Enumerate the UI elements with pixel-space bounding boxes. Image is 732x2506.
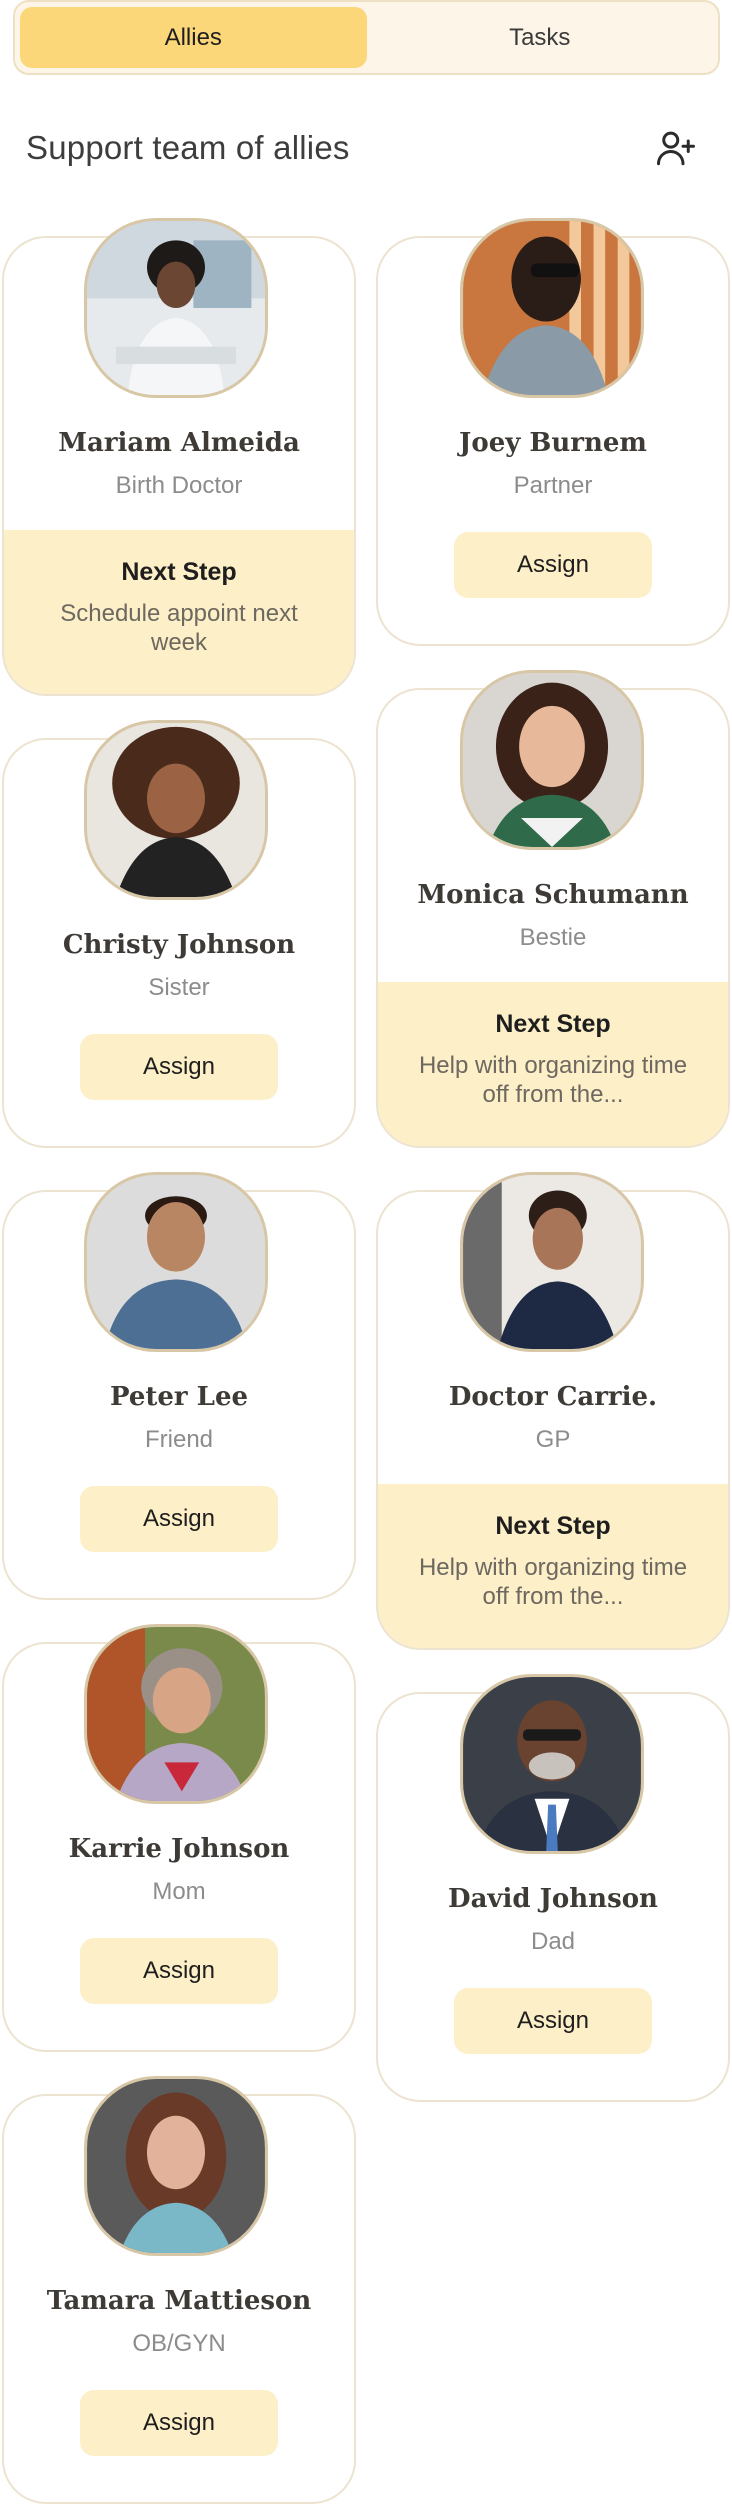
- next-step-panel[interactable]: Next Step Schedule appoint next week: [4, 530, 354, 694]
- ally-name: Doctor Carrie.: [448, 1382, 658, 1412]
- next-step-panel[interactable]: Next Step Help with organizing time off …: [378, 1484, 728, 1648]
- ally-role: Mom: [152, 1878, 206, 1905]
- next-step-text: Help with organizing time off from the..…: [418, 1554, 688, 1610]
- ally-role: OB/GYN: [132, 2330, 226, 2357]
- avatar: [460, 670, 644, 850]
- assign-button[interactable]: Assign: [454, 1988, 652, 2054]
- assign-button[interactable]: Assign: [80, 2390, 278, 2456]
- tab-allies[interactable]: Allies: [20, 7, 367, 68]
- ally-role: Dad: [530, 1928, 576, 1955]
- ally-role: Partner: [513, 472, 593, 499]
- tab-bar: Allies Tasks: [13, 0, 720, 75]
- next-step-title: Next Step: [495, 1512, 611, 1540]
- section-header: Support team of allies: [26, 118, 706, 178]
- page-title: Support team of allies: [26, 129, 350, 166]
- avatar: [84, 1172, 268, 1352]
- next-step-text: Help with organizing time off from the..…: [418, 1052, 688, 1108]
- avatar: [460, 1172, 644, 1352]
- next-step-title: Next Step: [495, 1010, 611, 1038]
- ally-name: Karrie Johnson: [68, 1834, 290, 1864]
- avatar: [84, 1624, 268, 1804]
- assign-button[interactable]: Assign: [454, 532, 652, 598]
- add-ally-button[interactable]: [646, 118, 706, 178]
- ally-role: Friend: [144, 1426, 214, 1453]
- avatar: [84, 720, 268, 900]
- ally-role: Bestie: [519, 924, 587, 951]
- ally-name: Mariam Almeida: [58, 428, 300, 458]
- ally-role: Sister: [148, 974, 210, 1001]
- next-step-text: Schedule appoint next week: [60, 600, 298, 656]
- ally-name: Monica Schumann: [417, 880, 689, 910]
- assign-button[interactable]: Assign: [80, 1486, 278, 1552]
- assign-button[interactable]: Assign: [80, 1938, 278, 2004]
- avatar: [84, 218, 268, 398]
- avatar: [460, 1674, 644, 1854]
- ally-name: Joey Burnem: [459, 428, 647, 458]
- ally-name: David Johnson: [448, 1884, 658, 1914]
- assign-button[interactable]: Assign: [80, 1034, 278, 1100]
- avatar: [84, 2076, 268, 2256]
- ally-name: Christy Johnson: [62, 930, 296, 960]
- ally-name: Tamara Mattieson: [46, 2286, 312, 2316]
- ally-role: GP: [535, 1426, 571, 1453]
- next-step-panel[interactable]: Next Step Help with organizing time off …: [378, 982, 728, 1146]
- avatar: [460, 218, 644, 398]
- user-plus-icon: [657, 131, 695, 166]
- tab-tasks[interactable]: Tasks: [367, 7, 714, 68]
- next-step-title: Next Step: [121, 558, 237, 586]
- ally-role: Birth Doctor: [115, 472, 243, 499]
- ally-name: Peter Lee: [109, 1382, 249, 1412]
